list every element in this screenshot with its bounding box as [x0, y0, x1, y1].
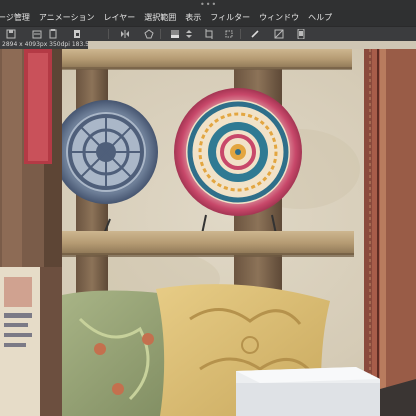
paste-icon[interactable]	[48, 29, 58, 39]
menu-help[interactable]: ヘルプ	[308, 10, 332, 26]
layer-icon[interactable]	[274, 29, 284, 39]
copy-icon[interactable]	[32, 29, 42, 39]
tapestry-artwork	[364, 49, 416, 416]
device-icon[interactable]	[296, 28, 306, 40]
menu-bar: ージ管理 アニメーション レイヤー 選択範囲 表示 フィルター ウィンドウ ヘル…	[0, 10, 416, 26]
adjust-icon[interactable]	[184, 29, 194, 39]
window-handle-bar: •••	[0, 0, 416, 10]
menu-selection[interactable]: 選択範囲	[144, 10, 176, 26]
flip-icon[interactable]	[120, 29, 130, 39]
pen-icon[interactable]	[250, 29, 260, 39]
blue-decorative-plate	[54, 100, 158, 204]
menu-layer[interactable]: レイヤー	[104, 10, 136, 26]
left-wooden-frame	[0, 49, 62, 416]
paste-layer-icon[interactable]	[72, 29, 82, 39]
drawing-canvas[interactable]	[0, 49, 416, 416]
menu-page-management[interactable]: ージ管理	[0, 10, 30, 26]
crop-icon[interactable]	[204, 29, 214, 39]
menu-window[interactable]: ウィンドウ	[259, 10, 299, 26]
menu-filter[interactable]: フィルター	[210, 10, 250, 26]
menu-animation[interactable]: アニメーション	[39, 10, 95, 26]
window-handle-dots[interactable]: •••	[200, 1, 217, 9]
pink-decorative-plate	[174, 88, 302, 216]
transform-icon[interactable]	[144, 29, 154, 39]
menu-view[interactable]: 表示	[185, 10, 201, 26]
canvas-info-label: 2894 x 4093px 350dpi 183.5%)	[0, 40, 88, 49]
paint-app-window: ••• ージ管理 アニメーション レイヤー 選択範囲 表示 フィルター ウィンド…	[0, 0, 416, 416]
save-icon[interactable]	[6, 29, 16, 39]
fill-icon[interactable]	[170, 29, 180, 39]
resize-icon[interactable]	[224, 29, 234, 39]
white-box	[236, 367, 380, 416]
command-toolbar	[0, 26, 416, 41]
